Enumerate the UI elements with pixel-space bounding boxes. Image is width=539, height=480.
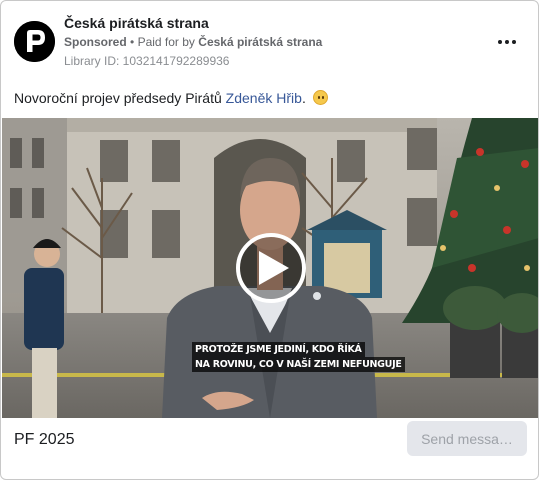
caption-text: Novoroční projev předsedy Pirátů	[14, 90, 226, 106]
play-icon	[259, 251, 289, 285]
subtitle-line-2: NA ROVINU, CO V NAŠÍ ZEMI NEFUNGUJE	[192, 357, 405, 372]
more-options-button[interactable]	[495, 31, 519, 53]
subtitle-line-1: PROTOŽE JSME JEDINÍ, KDO ŘÍKÁ	[192, 342, 365, 357]
separator-dot: •	[130, 35, 135, 49]
page-name-link[interactable]: Česká pirátská strana	[64, 15, 209, 31]
send-message-button[interactable]: Send messa…	[407, 421, 527, 456]
pirate-party-logo-icon	[14, 21, 55, 62]
ellipsis-icon	[505, 40, 509, 44]
payer-name: Česká pirátská strana	[198, 35, 323, 49]
ellipsis-icon	[498, 40, 502, 44]
ad-caption: Novoroční projev předsedy Pirátů Zdeněk …	[14, 90, 328, 106]
library-id: Library ID: 1032141792289936	[64, 54, 230, 68]
ad-footer: PF 2025 Send messa…	[1, 418, 538, 479]
ellipsis-icon	[512, 40, 516, 44]
ad-card: Česká pirátská strana Sponsored • Paid f…	[0, 0, 539, 480]
ad-headline: PF 2025	[14, 431, 75, 448]
video-subtitles: PROTOŽE JSME JEDINÍ, KDO ŘÍKÁ NA ROVINU,…	[192, 342, 405, 372]
paid-for-prefix: Paid for by	[137, 35, 195, 49]
smiling-face-emoji-icon	[312, 90, 328, 105]
play-button[interactable]	[236, 233, 306, 303]
page-avatar[interactable]	[14, 21, 55, 62]
ad-header: Česká pirátská strana Sponsored • Paid f…	[1, 1, 538, 81]
mention-link[interactable]: Zdeněk Hřib	[226, 90, 302, 106]
sponsored-line: Sponsored • Paid for by Česká pirátská s…	[64, 35, 322, 49]
video-player[interactable]: PROTOŽE JSME JEDINÍ, KDO ŘÍKÁ NA ROVINU,…	[2, 118, 538, 418]
caption-punctuation: .	[301, 90, 306, 106]
sponsored-label: Sponsored	[64, 35, 127, 49]
